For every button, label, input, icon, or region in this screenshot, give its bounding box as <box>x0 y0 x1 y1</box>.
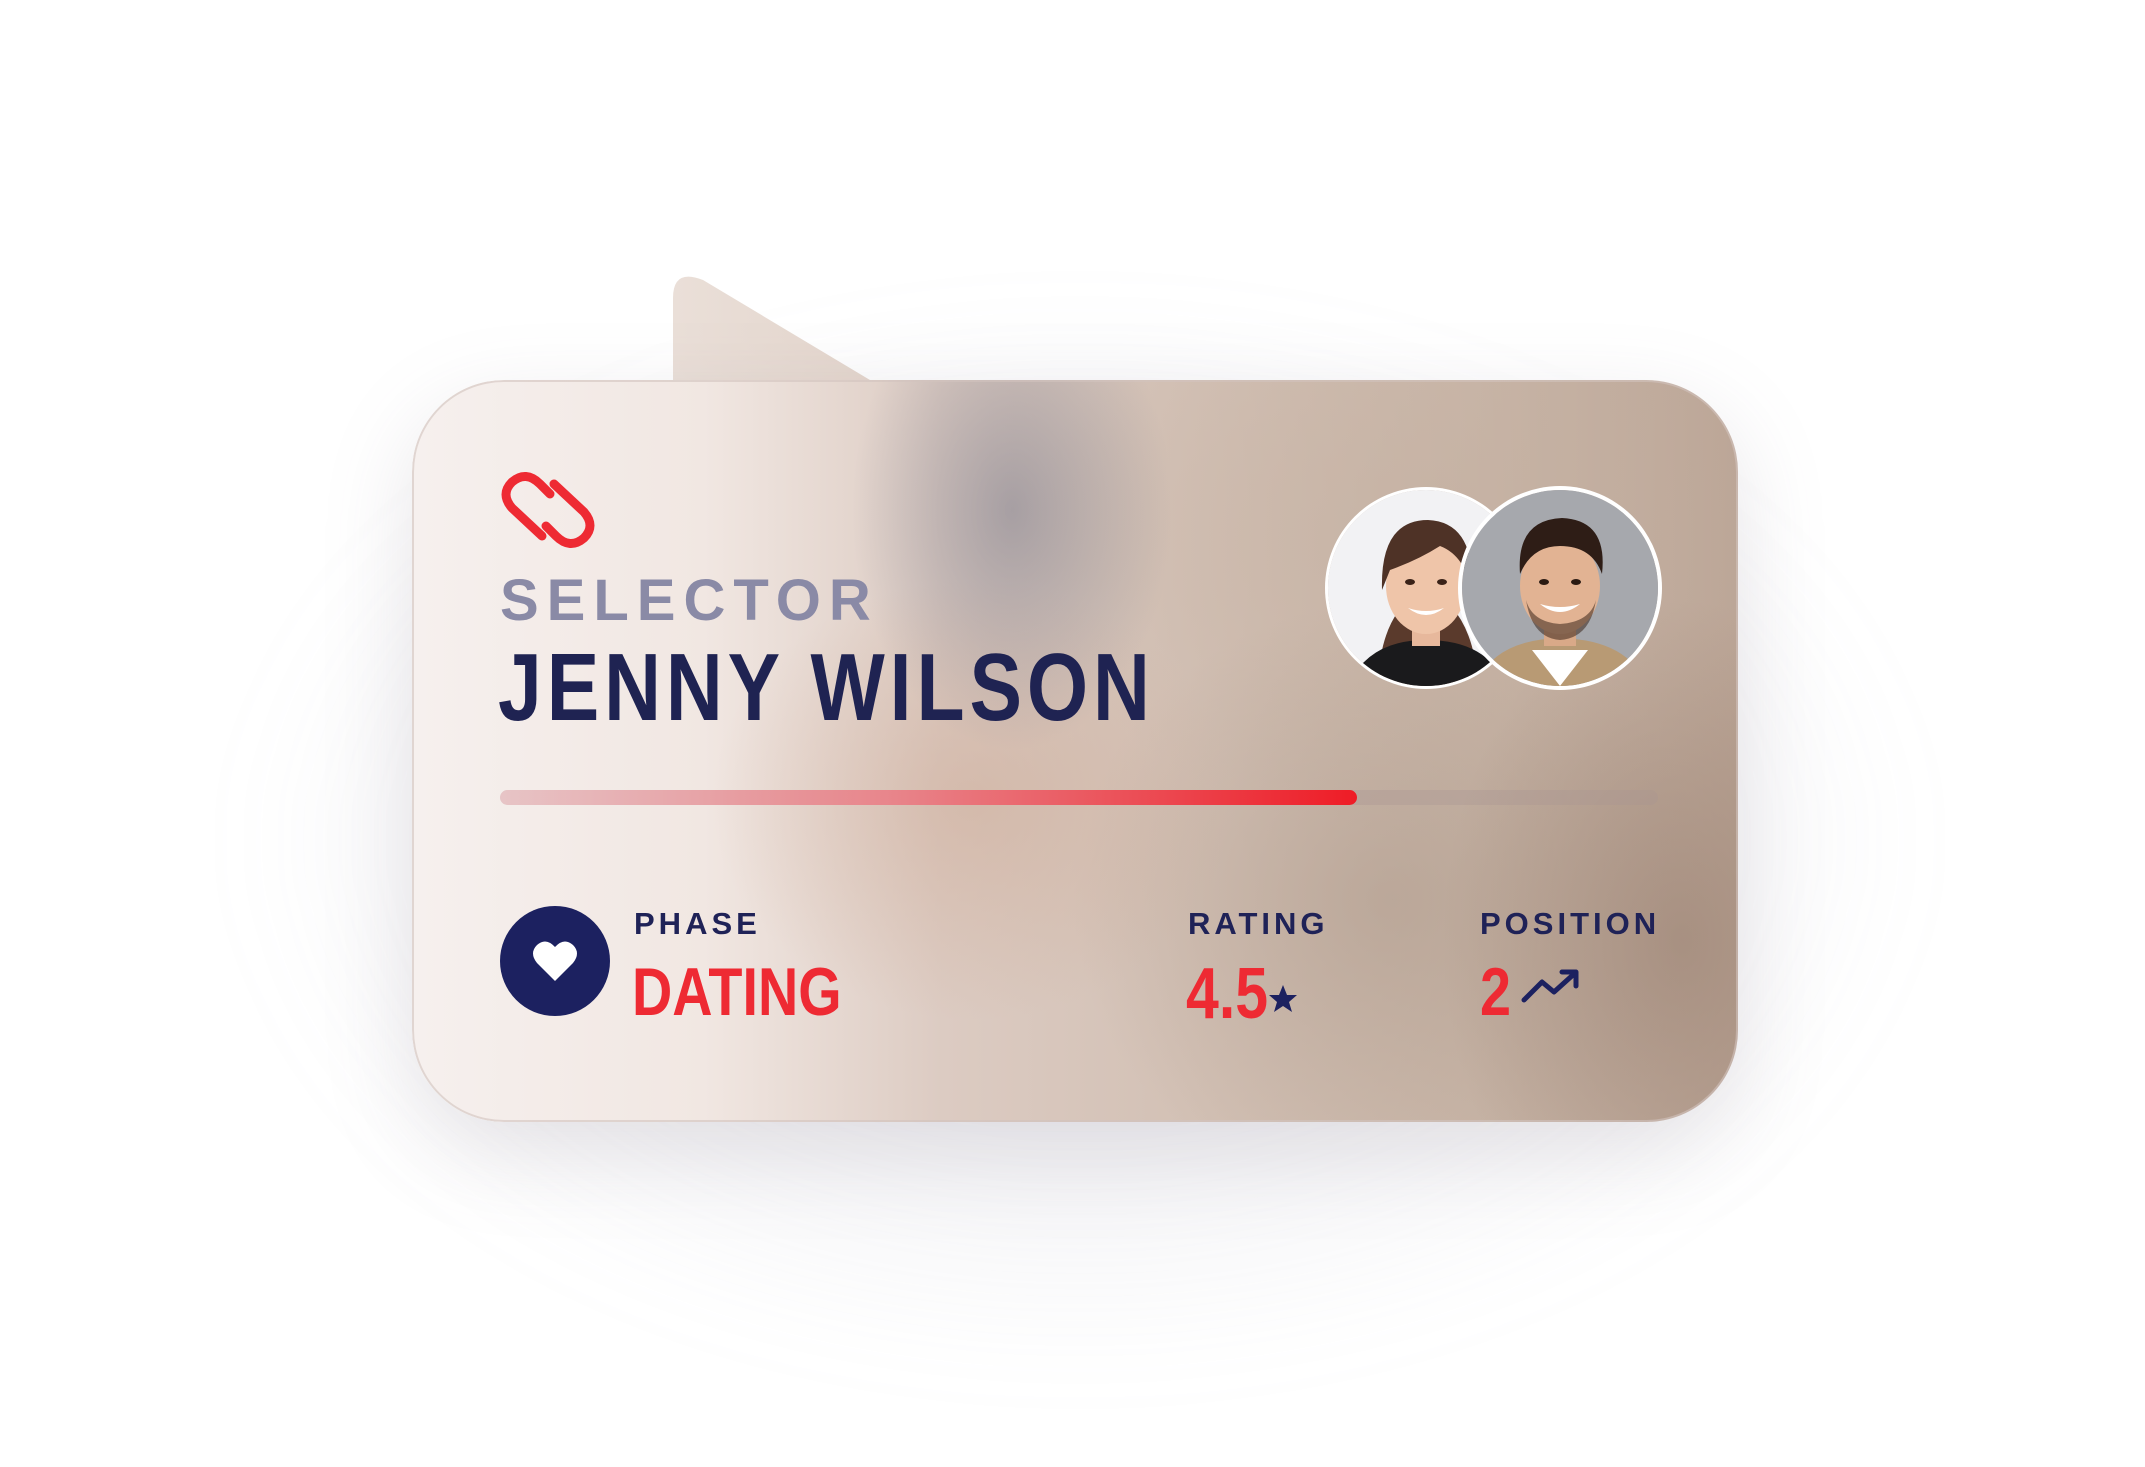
phase-value: DATING <box>632 954 842 1030</box>
rating-value: 4.5 <box>1186 954 1269 1034</box>
double-heart-logo <box>501 472 595 548</box>
phase-badge <box>500 906 610 1016</box>
heart-icon <box>533 941 577 981</box>
selector-label: SELECTOR <box>500 568 879 633</box>
position-label: POSITION <box>1480 906 1661 941</box>
selector-name: JENNY WILSON <box>498 634 1155 741</box>
progress-track <box>500 790 1658 805</box>
progress-fill <box>500 790 1357 805</box>
position-value: 2 <box>1480 954 1512 1030</box>
trending-up-icon <box>1521 969 1579 1003</box>
rating-label: RATING <box>1188 906 1329 941</box>
star-icon <box>1269 985 1297 1012</box>
phase-label: PHASE <box>634 906 761 941</box>
avatar-man[interactable] <box>1462 490 1658 686</box>
stage: SELECTOR JENNY WILSON PHASE DATING RATIN… <box>0 0 2145 1467</box>
